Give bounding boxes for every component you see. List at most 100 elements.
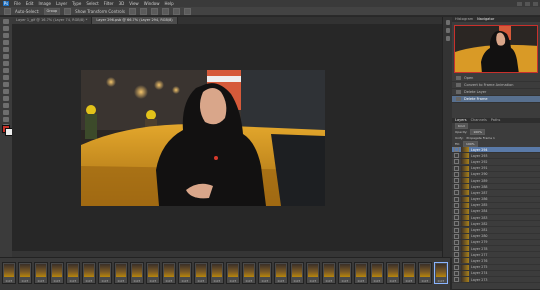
visibility-eye-icon[interactable] — [454, 221, 459, 227]
maximize-icon[interactable] — [525, 1, 530, 6]
frame-delay-label[interactable]: 0.07 — [403, 279, 415, 283]
fill-field[interactable]: 100% — [463, 141, 478, 147]
stamp-tool-icon[interactable] — [3, 75, 9, 80]
align-left-icon[interactable] — [161, 7, 169, 15]
menu-layer[interactable]: Layer — [56, 1, 67, 6]
timeline-frame[interactable]: 0.07 — [322, 262, 336, 284]
history-brush-tool-icon[interactable] — [3, 82, 9, 87]
frame-delay-label[interactable]: 0.07 — [147, 279, 159, 283]
tab-paths[interactable]: Paths — [491, 118, 501, 123]
frame-delay-label[interactable]: 0.07 — [387, 279, 399, 283]
timeline-frame[interactable]: 0.07 — [194, 262, 208, 284]
frame-delay-label[interactable]: 0.07 — [51, 279, 63, 283]
menu-image[interactable]: Image — [38, 1, 51, 6]
timeline-frame[interactable]: 0.07 — [306, 262, 320, 284]
timeline-frame[interactable]: 0.07 — [258, 262, 272, 284]
visibility-eye-icon[interactable] — [454, 171, 459, 177]
timeline-frame[interactable]: 0.07 — [114, 262, 128, 284]
visibility-eye-icon[interactable] — [454, 215, 459, 221]
timeline-frame[interactable]: 0.07 — [242, 262, 256, 284]
visibility-eye-icon[interactable] — [454, 233, 459, 239]
frame-delay-label[interactable]: 0.07 — [131, 279, 143, 283]
tab-histogram[interactable]: Histogram — [455, 17, 473, 22]
close-icon[interactable] — [533, 1, 538, 6]
timeline-frame[interactable]: 0.07 — [18, 262, 32, 284]
align-bottom-icon[interactable] — [150, 7, 158, 15]
history-delete-layer[interactable]: Delete Layer — [452, 89, 540, 96]
timeline-frame[interactable]: 0.07 — [2, 262, 16, 284]
visibility-eye-icon[interactable] — [454, 246, 459, 252]
crop-tool-icon[interactable] — [3, 47, 9, 52]
timeline-frame[interactable]: 0.07 — [130, 262, 144, 284]
visibility-eye-icon[interactable] — [454, 239, 459, 245]
visibility-eye-icon[interactable] — [454, 159, 459, 165]
eyedropper-tool-icon[interactable] — [3, 54, 9, 59]
visibility-eye-icon[interactable] — [454, 178, 459, 184]
visibility-eye-icon[interactable] — [454, 252, 459, 258]
timeline-frame[interactable]: 0.07 — [66, 262, 80, 284]
timeline-frame[interactable]: 0.07 — [146, 262, 160, 284]
tab-document-2[interactable]: Layer 296.psb @ 66.7% (Layer 294, RGB/8) — [92, 17, 178, 24]
dodge-tool-icon[interactable] — [3, 110, 9, 115]
frame-delay-label[interactable]: 0.07 — [19, 279, 31, 283]
menu-view[interactable]: View — [129, 1, 139, 6]
timeline-frame[interactable]: 0.07 — [162, 262, 176, 284]
tab-document-1[interactable]: Layer 1_gif @ 16.7% (Layer 74, RGB/8) * — [12, 17, 93, 24]
align-right-icon[interactable] — [183, 7, 191, 15]
timeline-frame[interactable]: 0.07 — [50, 262, 64, 284]
menu-file[interactable]: File — [14, 1, 21, 6]
frame-delay-label[interactable]: 0.07 — [195, 279, 207, 283]
blur-tool-icon[interactable] — [3, 103, 9, 108]
timeline-frame[interactable]: 0.07 — [386, 262, 400, 284]
menu-edit[interactable]: Edit — [26, 1, 34, 6]
frame-delay-label[interactable]: 0.07 — [211, 279, 223, 283]
timeline-frame[interactable]: 0.07 — [178, 262, 192, 284]
align-middle-icon[interactable] — [139, 7, 147, 15]
layer-row[interactable]: Layer 273 — [452, 277, 540, 284]
frame-delay-label[interactable]: 0.07 — [355, 279, 367, 283]
timeline-frame[interactable]: 0.07 — [34, 262, 48, 284]
visibility-eye-icon[interactable] — [454, 147, 459, 153]
frame-delay-label[interactable]: 0.07 — [259, 279, 271, 283]
properties-panel-icon[interactable] — [446, 36, 450, 41]
timeline-frame[interactable]: 0.07 — [226, 262, 240, 284]
timeline-frame[interactable]: 0.07 — [98, 262, 112, 284]
frame-delay-label[interactable]: 0.07 — [3, 279, 15, 283]
pen-tool-icon[interactable] — [3, 117, 9, 122]
actions-panel-icon[interactable] — [446, 28, 450, 33]
visibility-eye-icon[interactable] — [454, 153, 459, 159]
frame-delay-label[interactable]: 0.07 — [291, 279, 303, 283]
history-open[interactable]: Open — [452, 75, 540, 82]
timeline-frame[interactable]: 0.07 — [290, 262, 304, 284]
visibility-eye-icon[interactable] — [454, 202, 459, 208]
align-center-icon[interactable] — [172, 7, 180, 15]
lasso-tool-icon[interactable] — [3, 33, 9, 38]
tab-channels[interactable]: Channels — [471, 118, 487, 123]
visibility-eye-icon[interactable] — [454, 227, 459, 233]
timeline-frame[interactable]: 0.07 — [418, 262, 432, 284]
transform-checkbox[interactable] — [64, 7, 72, 15]
frame-delay-label[interactable]: 0.07 — [163, 279, 175, 283]
navigator-preview[interactable] — [454, 25, 538, 73]
marquee-tool-icon[interactable] — [3, 26, 9, 31]
visibility-eye-icon[interactable] — [454, 165, 459, 171]
visibility-eye-icon[interactable] — [454, 277, 459, 283]
frame-delay-label[interactable]: 0.07 — [339, 279, 351, 283]
frame-delay-label[interactable]: 0.07 — [99, 279, 111, 283]
eraser-tool-icon[interactable] — [3, 89, 9, 94]
quick-select-tool-icon[interactable] — [3, 40, 9, 45]
visibility-eye-icon[interactable] — [454, 190, 459, 196]
align-top-icon[interactable] — [128, 7, 136, 15]
frame-delay-label[interactable]: 0.07 — [35, 279, 47, 283]
frame-delay-label[interactable]: 0.07 — [371, 279, 383, 283]
brush-tool-icon[interactable] — [3, 68, 9, 73]
frame-delay-label[interactable]: 0.07 — [323, 279, 335, 283]
history-delete-frame[interactable]: Delete Frame — [452, 96, 540, 103]
minimize-icon[interactable] — [517, 1, 522, 6]
frame-delay-label[interactable]: 0.07 — [115, 279, 127, 283]
menu-select[interactable]: Select — [86, 1, 98, 6]
visibility-eye-icon[interactable] — [454, 264, 459, 270]
menu-help[interactable]: Help — [164, 1, 173, 6]
visibility-eye-icon[interactable] — [454, 208, 459, 214]
menu-type[interactable]: Type — [72, 1, 81, 6]
